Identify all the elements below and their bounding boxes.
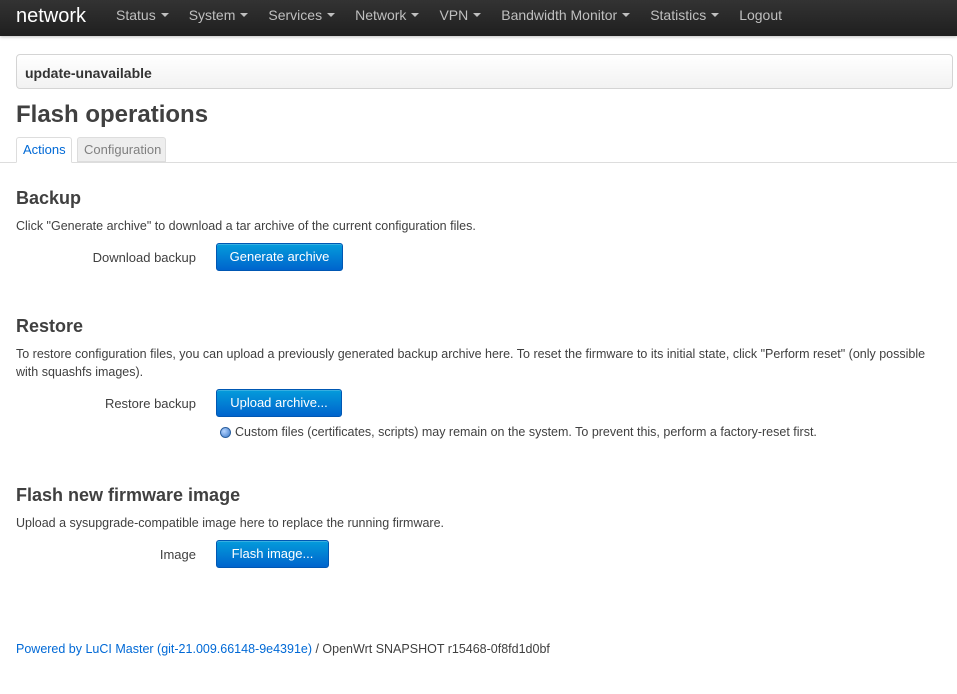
restore-description: To restore configuration files, you can … <box>16 347 926 379</box>
menu-services[interactable]: Services <box>258 0 345 36</box>
menu-vpn-label: VPN <box>439 7 469 23</box>
restore-backup-label: Restore backup <box>104 396 196 411</box>
tab-bar: Actions Configuration <box>0 137 957 163</box>
tab-configuration[interactable]: Configuration <box>77 137 166 162</box>
menu-logout-label: Logout <box>739 7 783 23</box>
info-icon <box>220 426 231 438</box>
restore-heading: Restore <box>16 316 84 336</box>
backup-description: Click "Generate archive" to download a t… <box>16 219 476 233</box>
download-backup-label: Download backup <box>92 250 196 265</box>
chevron-down-icon <box>411 13 420 18</box>
menu-network[interactable]: Network <box>345 0 429 36</box>
menu-status[interactable]: Status <box>106 0 179 36</box>
brand-hostname[interactable]: network <box>16 4 86 28</box>
flash-heading: Flash new firmware image <box>16 485 241 505</box>
page-title: Flash operations <box>16 101 209 128</box>
menu-bandwidth-monitor-label: Bandwidth Monitor <box>501 7 618 23</box>
menu-statistics-label: Statistics <box>650 7 707 23</box>
chevron-down-icon <box>160 13 169 18</box>
image-label: Image <box>159 547 196 562</box>
main-menu: Status System Services Network VPN Bandw… <box>106 0 792 36</box>
chevron-down-icon <box>473 13 482 18</box>
menu-network-label: Network <box>355 7 407 23</box>
chevron-down-icon <box>327 13 336 18</box>
flash-description: Upload a sysupgrade-compatible image her… <box>16 516 445 530</box>
flash-image-button[interactable]: Flash image... <box>216 540 329 568</box>
tab-actions[interactable]: Actions <box>16 137 72 163</box>
chevron-down-icon <box>711 13 720 18</box>
upload-archive-button[interactable]: Upload archive... <box>216 389 342 417</box>
menu-system[interactable]: System <box>179 0 259 36</box>
footer: Powered by LuCI Master (git-21.009.66148… <box>16 641 550 657</box>
menu-services-label: Services <box>268 7 323 23</box>
chevron-down-icon <box>240 13 249 18</box>
menu-logout[interactable]: Logout <box>729 0 792 36</box>
luci-link[interactable]: Powered by LuCI Master (git-21.009.66148… <box>16 642 312 656</box>
restore-note: Custom files (certificates, scripts) may… <box>220 424 817 440</box>
menu-system-label: System <box>188 7 236 23</box>
restore-note-text: Custom files (certificates, scripts) may… <box>235 425 817 439</box>
menu-vpn[interactable]: VPN <box>429 0 491 36</box>
generate-archive-button[interactable]: Generate archive <box>216 243 343 271</box>
top-navbar: network Status System Services Network V… <box>0 0 957 36</box>
update-status-bar: update-unavailable <box>16 54 953 89</box>
update-status-text: update-unavailable <box>25 65 152 81</box>
footer-version: / OpenWrt SNAPSHOT r15468-0f8fd1d0bf <box>312 642 550 656</box>
menu-statistics[interactable]: Statistics <box>640 0 729 36</box>
menu-bandwidth-monitor[interactable]: Bandwidth Monitor <box>491 0 640 36</box>
backup-heading: Backup <box>16 188 82 208</box>
chevron-down-icon <box>622 13 631 18</box>
menu-status-label: Status <box>116 7 156 23</box>
